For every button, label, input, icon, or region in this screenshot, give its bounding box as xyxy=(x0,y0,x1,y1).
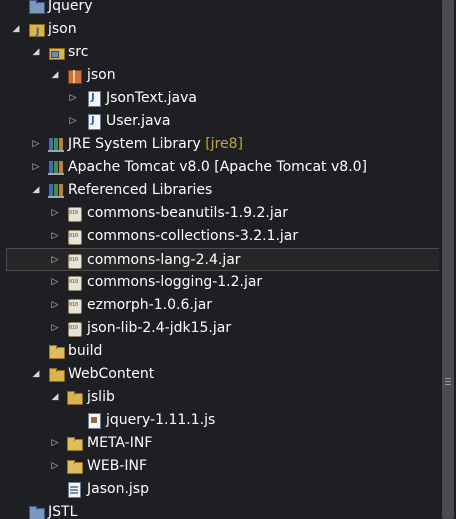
tree-item-jar[interactable]: ▷ commons-logging-1.2.jar xyxy=(0,271,438,294)
chevron-down-icon[interactable]: ◢ xyxy=(49,64,61,87)
tree-item-jar[interactable]: ▷ json-lib-2.4-jdk15.jar xyxy=(0,317,438,340)
tree-item-src[interactable]: ◢ src xyxy=(0,41,438,64)
folder-icon xyxy=(66,459,83,474)
tree-item-jquery-js[interactable]: jquery-1.11.1.js xyxy=(0,409,438,432)
library-icon xyxy=(48,137,64,152)
tree-item-json-package[interactable]: ◢ json xyxy=(0,64,438,87)
tree-item-json-project[interactable]: ◢ json xyxy=(0,18,438,44)
project-closed-icon xyxy=(28,505,45,519)
chevron-right-icon[interactable]: ▷ xyxy=(49,455,61,478)
chevron-down-icon[interactable]: ◢ xyxy=(30,41,42,64)
source-folder-icon xyxy=(48,45,65,60)
tree-item-jquery[interactable]: Jquery xyxy=(0,0,438,18)
scrollbar-thumb[interactable] xyxy=(442,0,454,519)
tree-item-jslib[interactable]: ◢ jslib xyxy=(0,386,438,409)
chevron-right-icon[interactable]: ▷ xyxy=(67,110,79,133)
jar-icon xyxy=(66,321,82,337)
jre-decoration: [jre8] xyxy=(205,136,244,152)
tree-item-user-java[interactable]: ▷ User.java xyxy=(0,110,438,133)
chevron-right-icon[interactable]: ▷ xyxy=(49,202,61,225)
vertical-scrollbar[interactable] xyxy=(439,0,456,519)
tree-item-referenced-libraries[interactable]: ◢ Referenced Libraries xyxy=(0,179,438,202)
chevron-down-icon[interactable]: ◢ xyxy=(10,18,22,41)
jar-icon xyxy=(66,253,82,269)
tree-item-label: JRE System Library [jre8] xyxy=(68,133,243,156)
scrollbar-grip-icon xyxy=(445,378,451,385)
chevron-right-icon[interactable]: ▷ xyxy=(30,156,42,179)
jar-icon xyxy=(66,206,82,222)
tree-item-jar-selected[interactable]: ▷ commons-lang-2.4.jar xyxy=(6,248,440,271)
folder-open-icon xyxy=(48,367,65,382)
tree-item-jar[interactable]: ▷ commons-beanutils-1.9.2.jar xyxy=(0,202,438,225)
jsp-file-icon xyxy=(66,482,82,498)
java-file-icon xyxy=(86,91,102,107)
library-icon xyxy=(48,183,64,198)
chevron-down-icon[interactable]: ◢ xyxy=(49,386,61,409)
tree-item-jar[interactable]: ▷ ezmorph-1.0.6.jar xyxy=(0,294,438,317)
java-project-icon xyxy=(28,21,45,44)
chevron-right-icon[interactable]: ▷ xyxy=(49,271,61,294)
chevron-down-icon[interactable]: ◢ xyxy=(30,179,42,202)
tree-item-jsontext-java[interactable]: ▷ JsonText.java xyxy=(0,87,438,110)
chevron-right-icon[interactable]: ▷ xyxy=(67,87,79,110)
jar-icon xyxy=(66,229,82,245)
tree-item-jre-system-library[interactable]: ▷ JRE System Library [jre8] xyxy=(0,133,438,156)
tree-item-meta-inf[interactable]: ▷ META-INF xyxy=(0,432,438,455)
tree-item-webcontent[interactable]: ◢ WebContent xyxy=(0,363,438,386)
chevron-right-icon[interactable]: ▷ xyxy=(49,249,61,272)
chevron-right-icon[interactable]: ▷ xyxy=(49,225,61,248)
chevron-right-icon[interactable]: ▷ xyxy=(49,432,61,455)
tree-item-apache-tomcat[interactable]: ▷ Apache Tomcat v8.0 [Apache Tomcat v8.0… xyxy=(0,156,438,179)
project-closed-icon xyxy=(28,0,45,14)
js-file-icon xyxy=(86,413,102,429)
chevron-right-icon[interactable]: ▷ xyxy=(49,294,61,317)
jar-icon xyxy=(66,298,82,314)
tree-item-jstl[interactable]: JSTL xyxy=(0,501,438,519)
chevron-right-icon[interactable]: ▷ xyxy=(49,317,61,340)
tree-item-build[interactable]: build xyxy=(0,340,438,363)
package-icon xyxy=(66,68,82,84)
library-icon xyxy=(48,160,64,175)
folder-open-icon xyxy=(66,390,83,405)
chevron-right-icon[interactable]: ▷ xyxy=(30,133,42,156)
tree-item-jason-jsp[interactable]: Jason.jsp xyxy=(0,478,438,501)
tree-item-jar[interactable]: ▷ commons-collections-3.2.1.jar xyxy=(0,225,438,248)
java-file-icon xyxy=(86,114,102,130)
folder-icon xyxy=(48,344,65,359)
tree-item-label-text: JRE System Library xyxy=(68,136,201,152)
project-explorer-tree: Jquery ◢ json ◢ src ◢ json ▷ JsonText.ja… xyxy=(0,0,456,519)
chevron-down-icon[interactable]: ◢ xyxy=(30,363,42,386)
folder-icon xyxy=(66,436,83,451)
jar-icon xyxy=(66,275,82,291)
tree-item-web-inf[interactable]: ▷ WEB-INF xyxy=(0,455,438,478)
